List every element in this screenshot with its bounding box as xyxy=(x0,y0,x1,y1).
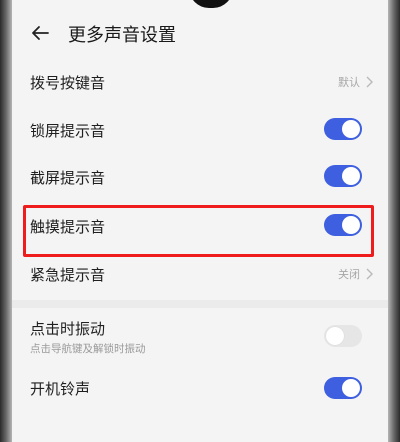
app-header: 更多声音设置 xyxy=(12,10,388,56)
chevron-right-icon xyxy=(366,76,373,88)
lock-screen-tone-toggle[interactable] xyxy=(324,118,362,140)
toggle-knob xyxy=(326,327,344,345)
setting-sublabel: 点击导航键及解锁时振动 xyxy=(30,343,146,355)
setting-label: 开机铃声 xyxy=(30,380,91,398)
setting-row-tap-vibration: 点击时振动 点击导航键及解锁时振动 xyxy=(12,314,388,362)
camera-notch xyxy=(189,0,233,8)
setting-row-screenshot-tone: 截屏提示音 xyxy=(12,157,388,197)
toggle-knob xyxy=(342,167,360,185)
page-title: 更多声音设置 xyxy=(68,25,176,46)
setting-value: 默认 xyxy=(338,76,360,89)
device-bezel-right xyxy=(386,0,400,442)
setting-value: 关闭 xyxy=(338,268,360,281)
highlight-box xyxy=(23,205,374,257)
setting-label: 点击时振动 xyxy=(30,320,106,338)
back-arrow-icon[interactable] xyxy=(28,21,52,45)
setting-row-startup-ringtone: 开机铃声 xyxy=(12,368,388,408)
setting-row-lock-screen-tone: 锁屏提示音 xyxy=(12,110,388,150)
setting-row-emergency-tone[interactable]: 紧急提示音 关闭 xyxy=(12,256,388,296)
setting-row-dial-keypad-tone[interactable]: 拨号按键音 默认 xyxy=(12,62,388,102)
setting-label: 锁屏提示音 xyxy=(30,122,106,140)
section-divider xyxy=(12,300,388,308)
setting-label: 拨号按键音 xyxy=(30,74,106,92)
phone-screen: 更多声音设置 拨号按键音 默认 锁屏提示音 截屏提示音 触摸提示音 紧急提示音 … xyxy=(12,0,388,442)
toggle-knob xyxy=(342,120,360,138)
setting-label: 截屏提示音 xyxy=(30,169,106,187)
screenshot-tone-toggle[interactable] xyxy=(324,165,362,187)
chevron-right-icon xyxy=(366,268,373,280)
setting-label: 紧急提示音 xyxy=(30,266,106,284)
startup-ringtone-toggle[interactable] xyxy=(324,377,362,399)
tap-vibration-toggle[interactable] xyxy=(324,325,362,347)
toggle-knob xyxy=(342,379,360,397)
